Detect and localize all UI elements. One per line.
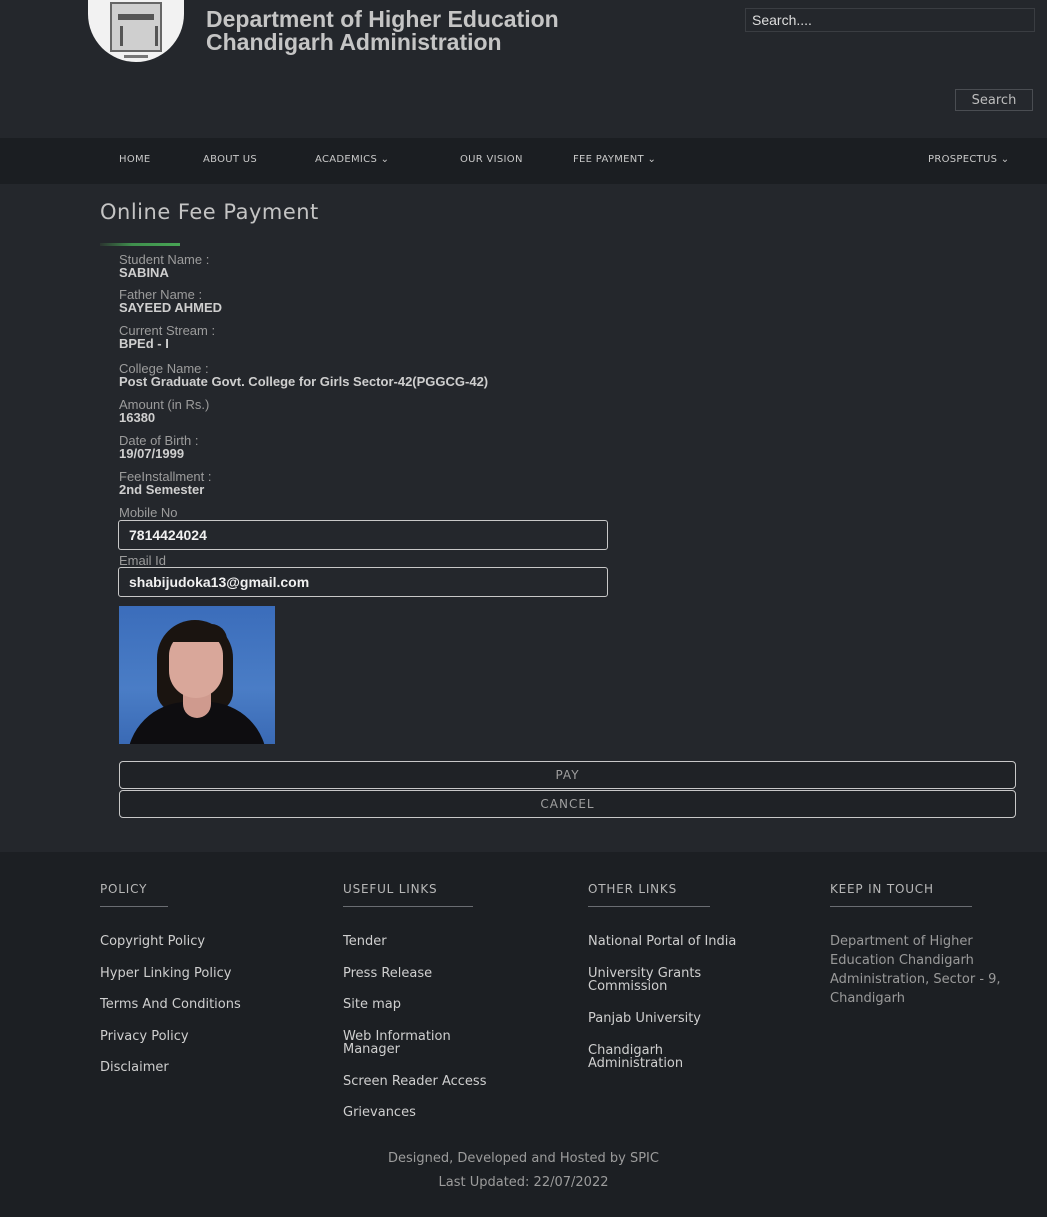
email-field[interactable] (118, 567, 608, 597)
credit-designed-by: Designed, Developed and Hosted by SPIC (388, 1151, 659, 1166)
site-header: Department of Higher Education Chandigar… (0, 0, 1047, 138)
department-logo-icon[interactable] (88, 0, 184, 62)
credit-last-updated: Last Updated: 22/07/2022 (438, 1175, 609, 1190)
current-stream-value: BPEd - I (119, 336, 169, 351)
date-of-birth-field: Date of Birth : 19/07/1999 (119, 434, 198, 460)
nav-fee-payment[interactable]: FEE PAYMENT ⌄ (573, 154, 656, 165)
nav-about-us[interactable]: ABOUT US (203, 154, 257, 165)
amount-field: Amount (in Rs.) 16380 (119, 398, 209, 424)
other-links-divider (588, 906, 710, 907)
footer-link-hyper-linking-policy[interactable]: Hyper Linking Policy (100, 967, 231, 980)
mobile-label: Mobile No (119, 505, 178, 520)
student-photo (119, 606, 275, 744)
footer-link-terms-and-conditions[interactable]: Terms And Conditions (100, 998, 241, 1011)
logo-base (124, 55, 148, 58)
site-footer: POLICY Copyright Policy Hyper Linking Po… (0, 852, 1047, 1217)
keep-in-touch-heading: KEEP IN TOUCH (830, 882, 934, 896)
site-title[interactable]: Department of Higher Education Chandigar… (206, 8, 559, 54)
policy-divider (100, 906, 168, 907)
footer-link-web-information-manager[interactable]: Web Information Manager (343, 1030, 451, 1056)
student-name-value: SABINA (119, 265, 169, 280)
student-name-field: Student Name : SABINA (119, 253, 209, 279)
footer-link-tender[interactable]: Tender (343, 935, 387, 948)
college-name-value: Post Graduate Govt. College for Girls Se… (119, 374, 489, 389)
emblem-icon (110, 2, 162, 52)
college-name-field: College Name : Post Graduate Govt. Colle… (119, 362, 488, 388)
nav-our-vision[interactable]: OUR VISION (460, 154, 523, 165)
date-of-birth-value: 19/07/1999 (119, 446, 185, 461)
contact-address: Department of Higher Education Chandigar… (830, 934, 1001, 1006)
mobile-field[interactable] (118, 520, 608, 550)
other-links-heading: OTHER LINKS (588, 882, 678, 896)
footer-link-grievances[interactable]: Grievances (343, 1106, 416, 1119)
policy-heading: POLICY (100, 882, 148, 896)
father-name-field: Father Name : SAYEED AHMED (119, 288, 222, 314)
fee-installment-value: 2nd Semester (119, 482, 205, 497)
footer-link-site-map[interactable]: Site map (343, 998, 401, 1011)
site-title-line2: Chandigarh Administration (206, 29, 502, 55)
nav-home[interactable]: HOME (119, 154, 151, 165)
amount-value: 16380 (119, 410, 156, 425)
footer-link-disclaimer[interactable]: Disclaimer (100, 1061, 169, 1074)
footer-link-national-portal-of-india[interactable]: National Portal of India (588, 935, 736, 948)
father-name-value: SAYEED AHMED (119, 300, 223, 315)
search-input[interactable] (745, 8, 1035, 32)
search-button[interactable]: Search (955, 89, 1033, 111)
email-label: Email Id (119, 553, 166, 568)
nav-academics[interactable]: ACADEMICS ⌄ (315, 154, 389, 165)
fee-installment-field: FeeInstallment : 2nd Semester (119, 470, 212, 496)
footer-link-panjab-university[interactable]: Panjab University (588, 1012, 701, 1025)
keep-in-touch-divider (830, 906, 972, 907)
footer-link-privacy-policy[interactable]: Privacy Policy (100, 1030, 189, 1043)
title-underline (100, 243, 180, 246)
footer-link-press-release[interactable]: Press Release (343, 967, 432, 980)
footer-link-copyright-policy[interactable]: Copyright Policy (100, 935, 205, 948)
site-title-line1: Department of Higher Education (206, 6, 559, 32)
cancel-button[interactable]: CANCEL (119, 790, 1016, 818)
useful-links-divider (343, 906, 473, 907)
footer-link-university-grants-commission[interactable]: University Grants Commission (588, 967, 701, 993)
current-stream-field: Current Stream : BPEd - I (119, 324, 215, 350)
footer-link-screen-reader-access[interactable]: Screen Reader Access (343, 1075, 486, 1088)
footer-link-chandigarh-administration[interactable]: Chandigarh Administration (588, 1044, 683, 1070)
main-nav: HOME ABOUT US ACADEMICS ⌄ OUR VISION FEE… (0, 138, 1047, 184)
useful-links-heading: USEFUL LINKS (343, 882, 438, 896)
nav-prospectus[interactable]: PROSPECTUS ⌄ (928, 154, 1009, 165)
pay-button[interactable]: PAY (119, 761, 1016, 789)
page-title: Online Fee Payment (100, 200, 319, 224)
